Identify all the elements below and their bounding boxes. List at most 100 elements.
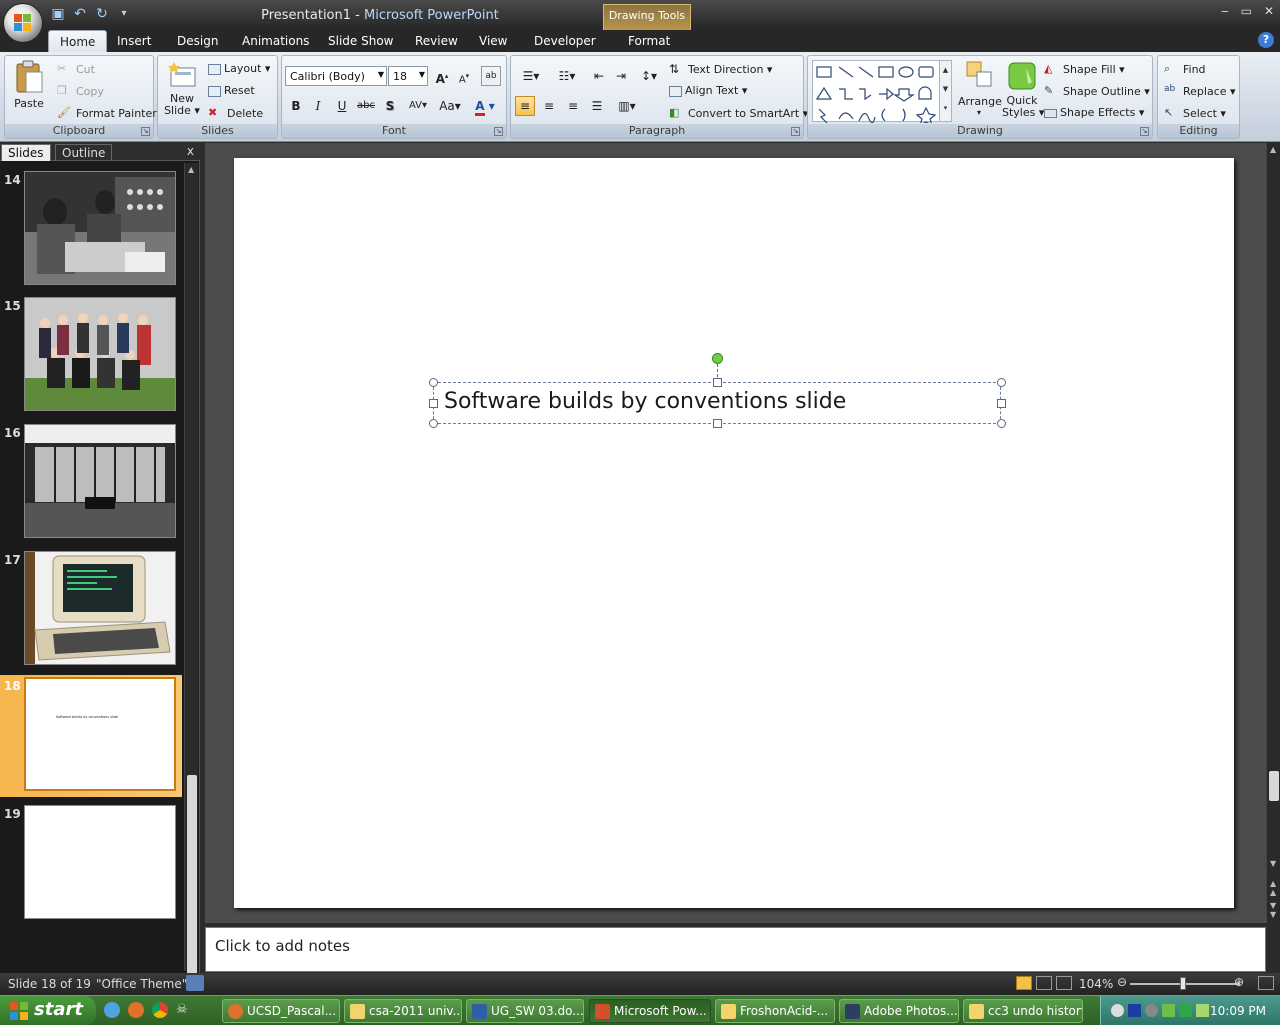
- slide-thumbnail-16[interactable]: 16: [0, 422, 182, 544]
- cut-button[interactable]: ✂ Cut: [57, 62, 95, 78]
- shrink-font-icon[interactable]: A▾: [454, 66, 474, 86]
- taskbar-item-powerpoint[interactable]: Microsoft Pow...: [589, 999, 711, 1023]
- change-case-button[interactable]: Aa▾: [436, 96, 464, 116]
- increase-indent-icon[interactable]: ⇥: [611, 66, 631, 86]
- quick-styles-button[interactable]: Quick Styles ▾: [1002, 60, 1044, 119]
- shapes-gallery[interactable]: ▲ ▼ ▾: [812, 60, 952, 123]
- taskbar-item-firefox[interactable]: UCSD_Pascal...: [222, 999, 340, 1023]
- text-direction-button[interactable]: ⇅ Text Direction ▾: [669, 62, 772, 78]
- copy-button[interactable]: ❐ Copy: [57, 84, 104, 100]
- taskbar-item-folder-csa[interactable]: csa-2011 univ...: [344, 999, 462, 1023]
- resize-handle-bottom-left[interactable]: [429, 419, 438, 428]
- selected-text-box[interactable]: Software builds by conventions slide: [433, 382, 1001, 424]
- gallery-scroll[interactable]: ▲ ▼ ▾: [939, 61, 951, 121]
- office-button[interactable]: [3, 3, 43, 43]
- tab-animations[interactable]: Animations: [242, 34, 309, 48]
- zoom-level[interactable]: 104%: [1079, 977, 1113, 991]
- previous-slide-icon[interactable]: ▲ ▲: [1270, 879, 1276, 897]
- select-button[interactable]: ↖ Select ▾: [1164, 106, 1226, 122]
- settings-tray-icon[interactable]: [1145, 1004, 1158, 1017]
- text-box-content[interactable]: Software builds by conventions slide: [444, 389, 846, 414]
- rotation-handle[interactable]: [712, 353, 723, 364]
- slide-thumbnail-15[interactable]: 15: [0, 295, 182, 417]
- thumbnail-scrollbar[interactable]: ▲: [184, 163, 198, 975]
- zoom-slider-thumb[interactable]: [1180, 977, 1186, 990]
- align-right-icon[interactable]: ≡: [563, 96, 583, 116]
- bullets-icon[interactable]: ☰▾: [515, 66, 547, 86]
- convert-smartart-button[interactable]: ◧ Convert to SmartArt ▾: [669, 106, 808, 122]
- slide-thumbnail-17[interactable]: 17: [0, 549, 182, 671]
- grow-font-icon[interactable]: A▴: [432, 66, 452, 86]
- close-pane-icon[interactable]: x: [187, 144, 194, 158]
- media-tray-icon[interactable]: [1128, 1004, 1141, 1017]
- taskbar-item-folder-froshon[interactable]: FroshonAcid-...: [715, 999, 835, 1023]
- next-slide-icon[interactable]: ▼ ▼: [1270, 901, 1276, 919]
- slide-thumbnail-19[interactable]: 19: [0, 803, 182, 925]
- start-button[interactable]: start: [0, 996, 96, 1025]
- taskbar-item-word[interactable]: UG_SW 03.do...: [466, 999, 584, 1023]
- scrollbar-thumb[interactable]: [187, 775, 197, 975]
- numbering-icon[interactable]: ☷▾: [551, 66, 583, 86]
- taskbar-item-photoshop[interactable]: Adobe Photos...: [839, 999, 959, 1023]
- notes-pane[interactable]: Click to add notes: [205, 927, 1266, 972]
- resize-handle-right[interactable]: [997, 399, 1006, 408]
- character-spacing-button[interactable]: AV▾: [404, 96, 432, 116]
- tab-slide-show[interactable]: Slide Show: [328, 34, 393, 48]
- shape-effects-button[interactable]: Shape Effects ▾: [1044, 106, 1144, 119]
- text-shadow-button[interactable]: S: [380, 96, 400, 116]
- format-painter-button[interactable]: 🖌 Format Painter: [57, 106, 157, 122]
- underline-button[interactable]: U: [332, 96, 352, 116]
- scroll-down-icon[interactable]: ▼: [1270, 859, 1276, 868]
- paragraph-launcher-icon[interactable]: ↘: [791, 127, 800, 136]
- scrollbar-thumb[interactable]: [1269, 771, 1279, 801]
- replace-button[interactable]: ab Replace ▾: [1164, 84, 1236, 100]
- line-spacing-icon[interactable]: ↕▾: [635, 66, 663, 86]
- resize-handle-top[interactable]: [713, 378, 722, 387]
- font-launcher-icon[interactable]: ↘: [494, 127, 503, 136]
- restore-button[interactable]: ▭: [1241, 4, 1252, 18]
- tab-review[interactable]: Review: [415, 34, 458, 48]
- font-size-combo[interactable]: 18 ▼: [388, 66, 428, 86]
- resize-handle-bottom[interactable]: [713, 419, 722, 428]
- font-color-button[interactable]: A ▾: [470, 96, 500, 116]
- scroll-up-icon[interactable]: ▲: [1270, 145, 1276, 154]
- new-slide-button[interactable]: New Slide ▾: [164, 60, 200, 117]
- slide-show-icon[interactable]: [1056, 976, 1072, 990]
- layout-button[interactable]: Layout ▾: [208, 62, 270, 75]
- tray-icons[interactable]: [1111, 1004, 1209, 1017]
- help-icon[interactable]: ?: [1258, 32, 1274, 48]
- resize-handle-left[interactable]: [429, 399, 438, 408]
- notes-placeholder[interactable]: Click to add notes: [215, 937, 350, 955]
- find-button[interactable]: ⌕ Find: [1164, 62, 1206, 78]
- ie-icon[interactable]: [104, 1002, 120, 1018]
- justify-icon[interactable]: ☰: [587, 96, 607, 116]
- alien-icon[interactable]: ☠: [176, 1002, 192, 1018]
- normal-view-icon[interactable]: [1016, 976, 1032, 990]
- paste-button[interactable]: Paste: [11, 60, 47, 110]
- clear-formatting-icon[interactable]: ab: [481, 66, 501, 86]
- resize-handle-top-left[interactable]: [429, 378, 438, 387]
- tab-outline[interactable]: Outline: [55, 144, 113, 161]
- network-tray-icon[interactable]: [1162, 1004, 1175, 1017]
- align-left-icon[interactable]: ≡: [515, 96, 535, 116]
- tab-view[interactable]: View: [479, 34, 507, 48]
- tab-design[interactable]: Design: [177, 34, 218, 48]
- tab-developer[interactable]: Developer: [534, 34, 596, 48]
- decrease-indent-icon[interactable]: ⇤: [589, 66, 609, 86]
- bold-button[interactable]: B: [286, 96, 306, 116]
- shape-outline-button[interactable]: ✎ Shape Outline ▾: [1044, 84, 1150, 100]
- slide-canvas[interactable]: Software builds by conventions slide: [234, 158, 1234, 908]
- italic-button[interactable]: I: [308, 96, 328, 116]
- columns-icon[interactable]: ▥▾: [613, 96, 641, 116]
- align-text-button[interactable]: Align Text ▾: [669, 84, 747, 97]
- clock[interactable]: 10:09 PM: [1210, 1004, 1266, 1018]
- tab-format[interactable]: Format: [628, 34, 670, 48]
- strikethrough-button[interactable]: abc: [356, 96, 376, 116]
- zoom-out-icon[interactable]: ⊖: [1117, 975, 1127, 989]
- slide-sorter-icon[interactable]: [1036, 976, 1052, 990]
- font-name-combo[interactable]: Calibri (Body) ▼: [285, 66, 387, 86]
- tab-insert[interactable]: Insert: [117, 34, 151, 48]
- taskbar-item-folder-cc3[interactable]: cc3 undo history: [963, 999, 1083, 1023]
- resize-handle-bottom-right[interactable]: [997, 419, 1006, 428]
- fit-to-window-icon[interactable]: [1258, 976, 1274, 990]
